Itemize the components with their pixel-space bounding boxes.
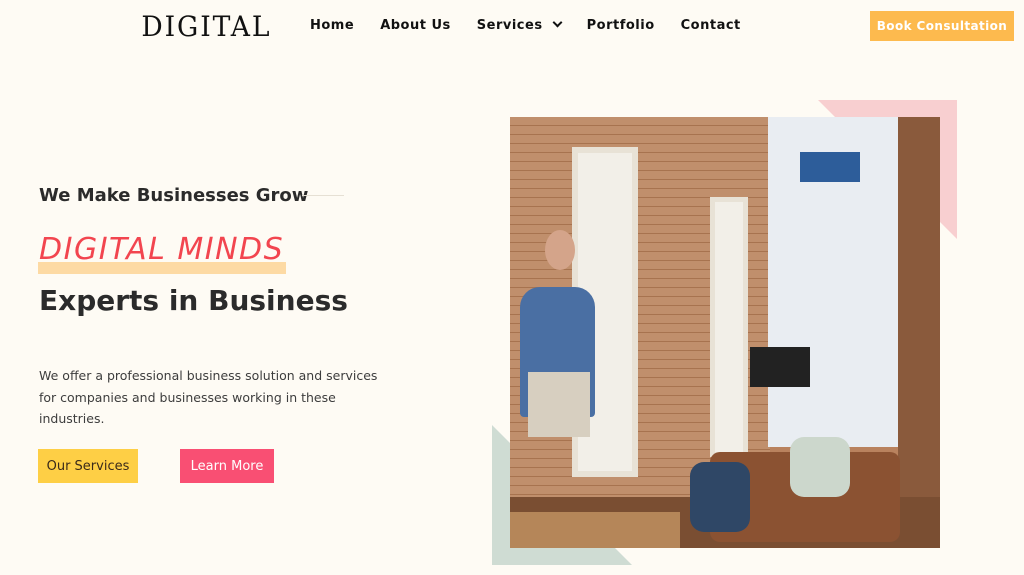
hero-description: We offer a professional business solutio… (39, 368, 378, 426)
chevron-down-icon (552, 17, 563, 28)
book-consultation-button[interactable]: Book Consultation (870, 11, 1014, 41)
nav-home[interactable]: Home (310, 18, 354, 33)
learn-more-button[interactable]: Learn More (180, 449, 274, 483)
hero-image (510, 117, 940, 548)
logo[interactable]: DIGITAL (141, 10, 271, 43)
nav-contact[interactable]: Contact (681, 18, 741, 33)
hero-highlight: DIGITAL MINDS (39, 232, 285, 267)
nav-portfolio[interactable]: Portfolio (587, 18, 655, 33)
main-nav: Home About Us Services Portfolio Contact (310, 17, 741, 33)
divider (302, 195, 344, 196)
nav-about[interactable]: About Us (380, 18, 451, 33)
hero-headline: Experts in Business (39, 284, 348, 317)
our-services-button[interactable]: Our Services (38, 449, 138, 483)
nav-services-label: Services (476, 18, 543, 33)
nav-services[interactable]: Services (476, 17, 563, 33)
hero-tagline: We Make Businesses Grow (39, 185, 309, 206)
